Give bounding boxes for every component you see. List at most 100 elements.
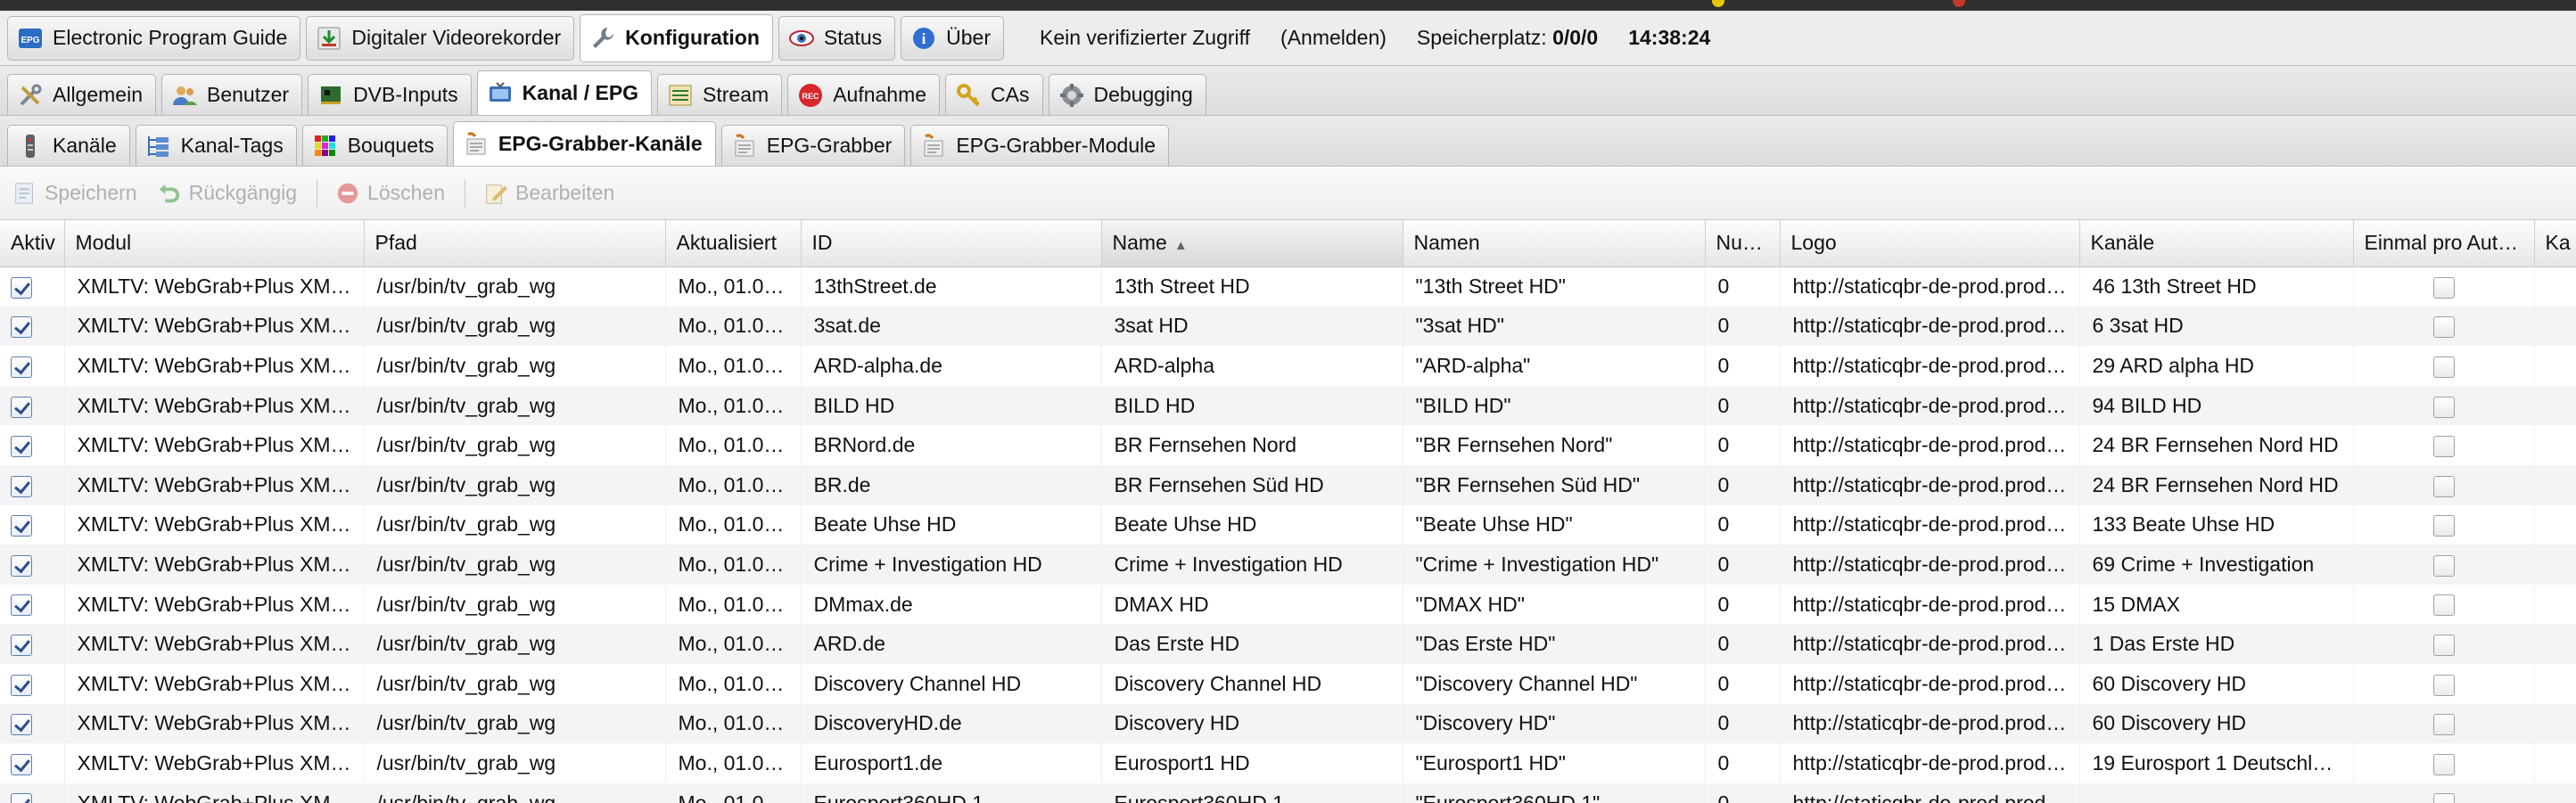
once-per-auth-checkbox[interactable] <box>2432 554 2455 577</box>
table-row[interactable]: XMLTV: WebGrab+Plus XM…/usr/bin/tv_grab_… <box>0 464 2576 505</box>
storage-label: Speicherplatz: <box>1416 26 1547 49</box>
tab-recording-label: Aufnahme <box>833 83 927 106</box>
column-header[interactable]: Aktiv <box>0 220 65 267</box>
once-per-auth-checkbox[interactable] <box>2432 674 2455 696</box>
tab-channel-epg[interactable]: Kanal / EPG <box>476 70 653 115</box>
column-header[interactable]: Nu… <box>1705 220 1781 267</box>
tab-dvb-inputs[interactable]: DVB-Inputs <box>308 74 472 115</box>
table-row[interactable]: XMLTV: WebGrab+Plus XM…/usr/bin/tv_grab_… <box>0 266 2576 307</box>
table-row[interactable]: XMLTV: WebGrab+Plus XM…/usr/bin/tv_grab_… <box>0 703 2576 744</box>
cell-logo: http://staticqbr-de-prod.prod… <box>1780 743 2080 783</box>
cell-extra <box>2534 504 2576 545</box>
cell-nummer: 0 <box>1705 306 1781 347</box>
active-checkbox[interactable] <box>11 674 32 696</box>
tab-dvr[interactable]: Digitaler Videorekorder <box>306 15 575 61</box>
active-checkbox[interactable] <box>11 515 32 537</box>
table-row[interactable]: XMLTV: WebGrab+Plus XM…/usr/bin/tv_grab_… <box>0 425 2576 465</box>
table-row[interactable]: XMLTV: WebGrab+Plus XM…/usr/bin/tv_grab_… <box>0 306 2576 347</box>
active-checkbox[interactable] <box>11 554 32 577</box>
active-checkbox[interactable] <box>11 436 32 458</box>
tab-debugging[interactable]: Debugging <box>1048 74 1206 115</box>
once-per-auth-cell <box>2353 385 2535 426</box>
cell-id: 13thStreet.de <box>801 266 1102 307</box>
once-per-auth-checkbox[interactable] <box>2432 515 2455 537</box>
once-per-auth-checkbox[interactable] <box>2432 356 2455 378</box>
table-row[interactable]: XMLTV: WebGrab+Plus XM…/usr/bin/tv_grab_… <box>0 545 2576 585</box>
cell-namen: "Discovery Channel HD" <box>1403 663 1706 704</box>
table-row[interactable]: XMLTV: WebGrab+Plus XM…/usr/bin/tv_grab_… <box>0 584 2576 625</box>
cell-extra <box>2534 783 2576 803</box>
column-header[interactable]: Pfad <box>364 220 666 267</box>
tab-epg-grabber-channels[interactable]: EPG-Grabber-Kanäle <box>452 121 716 166</box>
column-header[interactable]: Ka <box>2534 220 2576 267</box>
tab-stream[interactable]: Stream <box>657 74 783 115</box>
undo-button[interactable]: Rückgängig <box>157 181 297 206</box>
active-checkbox[interactable] <box>11 793 32 803</box>
cell-logo: http://staticqbr-de-prod.prod… <box>1780 783 2080 803</box>
channel-table: Aktiv Modul Pfad Aktualisiert ID Name ▲ Namen Nu… <box>0 220 2576 803</box>
tab-channel-tags[interactable]: Kanal-Tags <box>135 125 297 166</box>
tab-recording[interactable]: REC Aufnahme <box>787 74 941 115</box>
table-row[interactable]: XMLTV: WebGrab+Plus XM…/usr/bin/tv_grab_… <box>0 743 2576 783</box>
table-row[interactable]: XMLTV: WebGrab+Plus XM…/usr/bin/tv_grab_… <box>0 624 2576 664</box>
once-per-auth-checkbox[interactable] <box>2432 594 2455 617</box>
table-row[interactable]: XMLTV: WebGrab+Plus XM…/usr/bin/tv_grab_… <box>0 385 2576 426</box>
once-per-auth-checkbox[interactable] <box>2432 316 2455 339</box>
tab-about[interactable]: i Über <box>901 15 1004 61</box>
active-checkbox[interactable] <box>11 356 32 378</box>
tab-epg[interactable]: EPG Electronic Program Guide <box>7 15 301 61</box>
once-per-auth-cell <box>2353 584 2535 625</box>
edit-button[interactable]: Bearbeiten <box>483 181 614 206</box>
active-checkbox[interactable] <box>11 714 32 736</box>
column-header[interactable]: Kanäle <box>2079 220 2354 267</box>
table-row[interactable]: XMLTV: WebGrab+Plus XM…/usr/bin/tv_grab_… <box>0 504 2576 545</box>
delete-button[interactable]: Löschen <box>335 181 445 206</box>
tab-status[interactable]: Status <box>778 15 896 61</box>
tab-epg-label: Electronic Program Guide <box>53 26 288 49</box>
login-link[interactable]: (Anmelden) <box>1280 26 1387 50</box>
browser-top-strip <box>0 0 2576 11</box>
table-row[interactable]: XMLTV: WebGrab+Plus XM…/usr/bin/tv_grab_… <box>0 783 2576 803</box>
tab-bouquets[interactable]: Bouquets <box>301 125 448 166</box>
once-per-auth-checkbox[interactable] <box>2432 635 2455 657</box>
once-per-auth-checkbox[interactable] <box>2432 396 2455 418</box>
epg-icon: EPG <box>17 25 44 52</box>
column-header[interactable]: Einmal pro Aut… <box>2353 220 2535 267</box>
active-checkbox[interactable] <box>11 475 32 497</box>
active-checkbox[interactable] <box>11 276 32 299</box>
tab-epg-grabber-modules[interactable]: EPG-Grabber-Module <box>910 125 1170 166</box>
cell-kanaele: 60 Discovery HD <box>2079 703 2354 744</box>
column-header[interactable]: Aktualisiert <box>665 220 802 267</box>
once-per-auth-checkbox[interactable] <box>2432 714 2455 736</box>
tab-epg-grabber[interactable]: EPG-Grabber <box>720 125 906 166</box>
column-header[interactable]: ID <box>801 220 1102 267</box>
column-header[interactable]: Logo <box>1780 220 2080 267</box>
table-row[interactable]: XMLTV: WebGrab+Plus XM…/usr/bin/tv_grab_… <box>0 663 2576 704</box>
tab-configuration[interactable]: Konfiguration <box>580 13 773 62</box>
cell-logo: http://staticqbr-de-prod.prod… <box>1780 663 2080 704</box>
once-per-auth-checkbox[interactable] <box>2432 475 2455 497</box>
cell-pfad: /usr/bin/tv_grab_wg <box>364 663 666 704</box>
active-checkbox[interactable] <box>11 594 32 617</box>
table-row[interactable]: XMLTV: WebGrab+Plus XM…/usr/bin/tv_grab_… <box>0 346 2576 386</box>
tab-general[interactable]: Allgemein <box>7 74 156 115</box>
column-header[interactable]: Name ▲ <box>1101 220 1403 267</box>
cell-pfad: /usr/bin/tv_grab_wg <box>364 783 666 803</box>
cell-extra <box>2534 425 2576 465</box>
once-per-auth-checkbox[interactable] <box>2432 276 2455 299</box>
once-per-auth-checkbox[interactable] <box>2432 793 2455 803</box>
tab-users[interactable]: Benutzer <box>161 74 303 115</box>
column-header[interactable]: Modul <box>64 220 365 267</box>
active-checkbox[interactable] <box>11 635 32 657</box>
tab-cas[interactable]: CAs <box>945 74 1043 115</box>
column-header[interactable]: Namen <box>1403 220 1706 267</box>
tab-configuration-label: Konfiguration <box>625 26 760 49</box>
active-checkbox[interactable] <box>11 396 32 418</box>
active-checkbox[interactable] <box>11 753 32 775</box>
once-per-auth-checkbox[interactable] <box>2432 436 2455 458</box>
tab-cas-label: CAs <box>991 83 1030 106</box>
active-checkbox[interactable] <box>11 316 32 339</box>
once-per-auth-checkbox[interactable] <box>2432 753 2455 775</box>
tab-channels[interactable]: Kanäle <box>7 125 130 166</box>
save-button[interactable]: Speichern <box>12 181 137 206</box>
